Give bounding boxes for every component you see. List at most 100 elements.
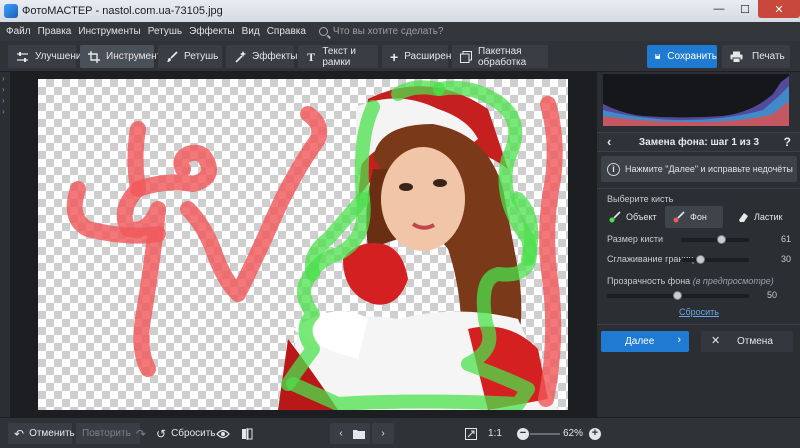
plus-icon: + [390,48,399,65]
brush-selector: Объект Фон Ластик [601,206,797,228]
chevron-left-icon: ‹ [339,428,343,439]
cancel-label: Отмена [737,336,773,347]
next-button[interactable]: Далее › [601,331,689,352]
window-title: ФотоМАСТЕР - nastol.com.ua-73105.jpg [22,5,223,17]
brush-size-value: 61 [780,234,791,244]
chevron-right-icon: › [2,74,5,83]
brush-icon [166,50,178,63]
brush-object[interactable]: Объект [601,206,663,228]
undo-label: Отменить [29,428,75,439]
reset-button[interactable]: ↺ Сбросить [150,423,216,444]
background-brush-icon [673,211,685,223]
menu-file[interactable]: Файл [6,26,31,37]
zoom-in-button[interactable]: + [584,423,606,444]
minimize-button[interactable]: — [706,0,732,18]
brush-background[interactable]: Фон [665,206,723,228]
brush-eraser[interactable]: Ластик [729,206,795,228]
print-button[interactable]: Печать [722,45,790,68]
menu-edit[interactable]: Правка [38,26,72,37]
tab-retouch[interactable]: Ретушь [158,45,222,68]
brush-size-label: Размер кисти [607,234,664,244]
crop-icon [88,50,100,63]
command-search[interactable]: Что вы хотите сделать? [318,26,443,37]
zoom-in-icon: + [589,427,601,440]
redo-icon: ↷ [135,426,146,441]
menu-help[interactable]: Справка [267,26,306,37]
chevron-right-icon: › [2,96,5,105]
bottom-bar: ↶ Отменить Повторить ↷ ↺ Сбросить ‹ › 1:… [0,417,800,448]
edge-smoothing-value: 30 [780,254,791,264]
histogram [603,74,789,126]
tab-extensions[interactable]: + Расширения [382,45,462,68]
tab-label: Эффекты [252,51,298,62]
actual-size-button[interactable]: 1:1 [484,423,506,444]
edge-smoothing-slider[interactable] [681,258,749,262]
reset-icon: ↺ [156,426,167,441]
photo-preview [66,80,563,410]
tab-enhancements[interactable]: Улучшения [8,45,87,68]
zoom-value: 62% [563,428,584,439]
folder-icon [353,429,365,439]
menu-tools[interactable]: Инструменты [78,26,140,37]
print-label: Печать [752,51,785,62]
tab-text-frames[interactable]: T Текст и рамки [298,45,378,68]
folder-button[interactable] [348,423,370,444]
menu-effects[interactable]: Эффекты [189,26,234,37]
tab-label: Текст и рамки [322,45,356,68]
photo-canvas[interactable] [38,79,568,410]
close-button[interactable]: ✕ [758,0,800,18]
brush-size-knob[interactable] [717,235,727,244]
sliders-icon [16,51,29,63]
brush-label: Ластик [754,212,783,222]
brush-size-slider[interactable] [681,238,749,242]
maximize-button[interactable]: ☐ [732,0,758,18]
right-panel: ‹ Замена фона: шаг 1 из 3 ? i Нажмите "Д… [596,72,800,417]
chevron-right-icon: › [677,334,681,346]
app-window: ФотоМАСТЕР - nastol.com.ua-73105.jpg — ☐… [0,0,800,448]
bg-opacity-note: (в предпросмотре) [692,276,774,286]
help-icon[interactable]: ? [784,135,791,149]
next-label: Далее [625,336,655,347]
tab-tools[interactable]: Инструменты [80,45,168,68]
menu-bar: Файл Правка Инструменты Ретушь Эффекты В… [0,22,800,41]
chevron-right-icon: › [2,85,5,94]
bg-opacity-title: Прозрачность фона [607,276,691,286]
info-icon: i [607,162,620,176]
search-icon [318,27,328,36]
menu-view[interactable]: Вид [242,26,260,37]
zoom-slider[interactable] [530,433,560,435]
reset-link[interactable]: Сбросить [597,307,800,317]
bg-opacity-value: 50 [766,290,777,300]
printer-icon [730,51,743,63]
eye-icon[interactable] [212,423,234,444]
left-collapse-strip[interactable]: › › › › [0,72,10,417]
bg-opacity-knob[interactable] [673,291,682,300]
hint-box: i Нажмите "Далее" и исправьте недочёты [601,156,797,182]
floppy-icon [655,54,661,59]
save-button[interactable]: Сохранить [647,45,717,68]
undo-button[interactable]: ↶ Отменить [8,423,75,444]
redo-button[interactable]: Повторить ↷ [76,423,146,444]
fit-screen-icon[interactable] [460,423,482,444]
canvas-area [10,72,596,417]
tab-label: Пакетная обработка [478,45,527,68]
hint-text: Нажмите "Далее" и исправьте недочёты [625,164,793,174]
next-photo-button[interactable]: › [372,423,394,444]
bg-opacity-label: Прозрачность фона (в предпросмотре) [607,276,774,286]
cancel-button[interactable]: ✕ Отмена [701,331,793,352]
chevron-right-icon: › [2,107,5,116]
tab-batch-processing[interactable]: Пакетная обработка [452,45,548,68]
divider [597,188,800,189]
brush-label: Фон [690,212,707,222]
compare-icon[interactable] [236,423,258,444]
tab-effects[interactable]: Эффекты [226,45,298,68]
text-icon: T [307,49,316,64]
reset-label: Сбросить [171,428,216,439]
redo-label: Повторить [82,428,131,439]
eraser-icon [739,213,748,222]
chevron-right-icon: › [381,428,385,439]
save-label: Сохранить [667,51,717,62]
menu-retouch[interactable]: Ретушь [148,26,182,37]
brush-label: Объект [626,212,657,222]
edge-smoothing-knob[interactable] [696,255,706,264]
